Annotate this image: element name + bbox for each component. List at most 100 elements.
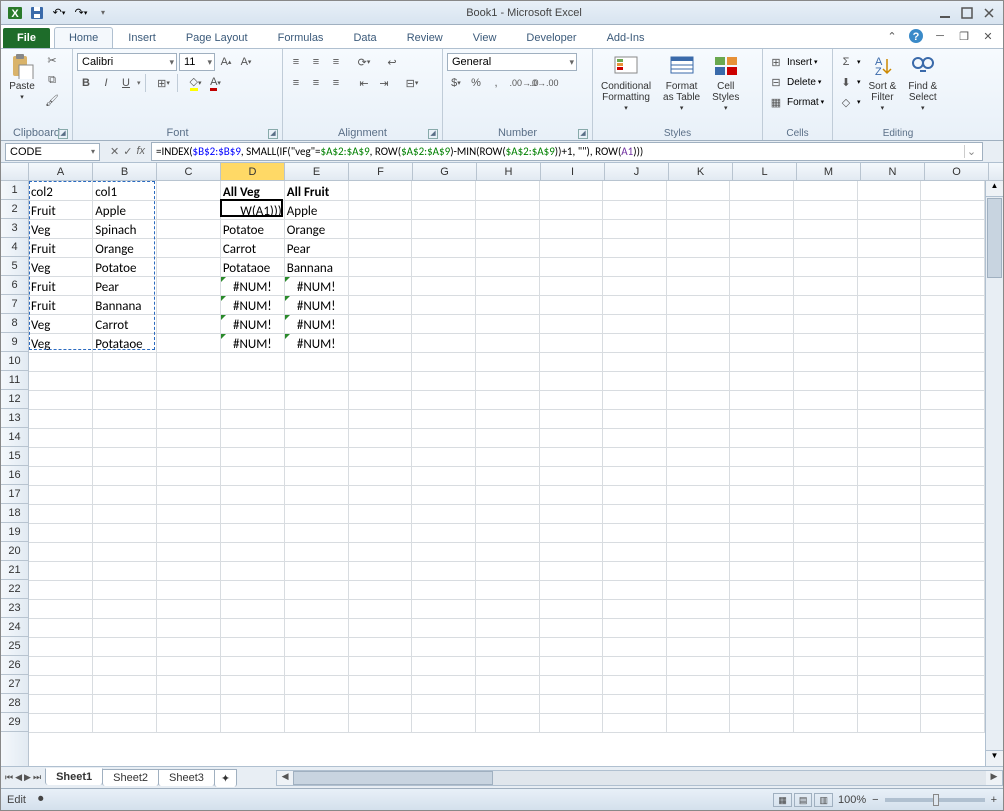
column-header-I[interactable]: I bbox=[541, 163, 605, 180]
cell-H3[interactable] bbox=[475, 219, 539, 238]
help-icon[interactable]: ? bbox=[907, 27, 925, 45]
cell-G15[interactable] bbox=[412, 447, 476, 466]
scroll-left-icon[interactable]: ◀ bbox=[277, 771, 293, 785]
cells-area[interactable]: col2col1All VegAll FruitFruitAppleW(A1))… bbox=[29, 181, 985, 766]
cell-C25[interactable] bbox=[157, 637, 221, 656]
cell-J14[interactable] bbox=[603, 428, 667, 447]
app-restore-icon[interactable]: ❐ bbox=[955, 27, 973, 45]
cell-I5[interactable] bbox=[539, 257, 603, 276]
cell-K13[interactable] bbox=[666, 409, 730, 428]
cell-M15[interactable] bbox=[794, 447, 858, 466]
cell-A26[interactable] bbox=[29, 656, 93, 675]
cell-O29[interactable] bbox=[921, 713, 985, 732]
cell-L12[interactable] bbox=[730, 390, 794, 409]
tab-home[interactable]: Home bbox=[54, 27, 113, 48]
cell-F3[interactable] bbox=[348, 219, 412, 238]
cell-M22[interactable] bbox=[794, 580, 858, 599]
row-header-23[interactable]: 23 bbox=[1, 599, 28, 618]
tab-developer[interactable]: Developer bbox=[511, 27, 591, 48]
cell-N16[interactable] bbox=[857, 466, 921, 485]
cell-C19[interactable] bbox=[157, 523, 221, 542]
cell-I17[interactable] bbox=[539, 485, 603, 504]
cell-B16[interactable] bbox=[93, 466, 157, 485]
cell-G25[interactable] bbox=[412, 637, 476, 656]
clear-button[interactable]: ◇▾ bbox=[837, 93, 861, 111]
cell-J13[interactable] bbox=[603, 409, 667, 428]
conditional-formatting-button[interactable]: Conditional Formatting▾ bbox=[597, 51, 655, 116]
cell-C28[interactable] bbox=[157, 694, 221, 713]
column-header-B[interactable]: B bbox=[93, 163, 157, 180]
cell-C27[interactable] bbox=[157, 675, 221, 694]
cell-J19[interactable] bbox=[603, 523, 667, 542]
cell-A13[interactable] bbox=[29, 409, 93, 428]
cancel-formula-icon[interactable]: ✕ bbox=[110, 145, 119, 158]
cell-F28[interactable] bbox=[348, 694, 412, 713]
cell-K18[interactable] bbox=[666, 504, 730, 523]
sheet-tab-sheet3[interactable]: Sheet3 bbox=[158, 769, 215, 786]
cell-H12[interactable] bbox=[475, 390, 539, 409]
page-break-view-icon[interactable]: ▥ bbox=[814, 793, 833, 807]
cell-J9[interactable] bbox=[603, 333, 667, 352]
cell-K11[interactable] bbox=[666, 371, 730, 390]
cell-M25[interactable] bbox=[794, 637, 858, 656]
cell-B26[interactable] bbox=[93, 656, 157, 675]
font-name-combo[interactable]: Calibri bbox=[77, 53, 177, 71]
cell-A14[interactable] bbox=[29, 428, 93, 447]
cell-A19[interactable] bbox=[29, 523, 93, 542]
cell-J5[interactable] bbox=[603, 257, 667, 276]
column-header-D[interactable]: D bbox=[221, 163, 285, 180]
cell-M5[interactable] bbox=[794, 257, 858, 276]
cell-F17[interactable] bbox=[348, 485, 412, 504]
minimize-button[interactable] bbox=[935, 3, 955, 23]
cell-H17[interactable] bbox=[475, 485, 539, 504]
format-painter-icon[interactable]: 🖌 bbox=[43, 91, 61, 109]
cell-E22[interactable] bbox=[284, 580, 348, 599]
column-header-E[interactable]: E bbox=[285, 163, 349, 180]
cell-O20[interactable] bbox=[921, 542, 985, 561]
cell-I10[interactable] bbox=[539, 352, 603, 371]
cell-A28[interactable] bbox=[29, 694, 93, 713]
normal-view-icon[interactable]: ▦ bbox=[773, 793, 792, 807]
fx-icon[interactable]: fx bbox=[136, 145, 145, 158]
cell-B24[interactable] bbox=[93, 618, 157, 637]
cell-N17[interactable] bbox=[857, 485, 921, 504]
cell-B25[interactable] bbox=[93, 637, 157, 656]
cell-G5[interactable] bbox=[412, 257, 476, 276]
cell-F1[interactable] bbox=[348, 181, 412, 200]
cell-F16[interactable] bbox=[348, 466, 412, 485]
cell-N19[interactable] bbox=[857, 523, 921, 542]
cell-C18[interactable] bbox=[157, 504, 221, 523]
cell-D2[interactable]: W(A1))) bbox=[220, 200, 284, 219]
row-header-12[interactable]: 12 bbox=[1, 390, 28, 409]
cell-H8[interactable] bbox=[475, 314, 539, 333]
cell-L15[interactable] bbox=[730, 447, 794, 466]
cell-N22[interactable] bbox=[857, 580, 921, 599]
cell-A4[interactable]: Fruit bbox=[29, 238, 93, 257]
cell-D23[interactable] bbox=[220, 599, 284, 618]
cell-L24[interactable] bbox=[730, 618, 794, 637]
cell-L5[interactable] bbox=[730, 257, 794, 276]
row-header-8[interactable]: 8 bbox=[1, 314, 28, 333]
cell-F14[interactable] bbox=[348, 428, 412, 447]
cell-K19[interactable] bbox=[666, 523, 730, 542]
cell-O1[interactable] bbox=[921, 181, 985, 200]
currency-icon[interactable]: $▾ bbox=[447, 74, 465, 92]
cell-I4[interactable] bbox=[539, 238, 603, 257]
cell-D10[interactable] bbox=[220, 352, 284, 371]
cell-E9[interactable]: #NUM! bbox=[284, 333, 348, 352]
cell-I20[interactable] bbox=[539, 542, 603, 561]
cell-A2[interactable]: Fruit bbox=[29, 200, 93, 219]
cell-F2[interactable] bbox=[348, 200, 412, 219]
cell-C17[interactable] bbox=[157, 485, 221, 504]
cell-K24[interactable] bbox=[666, 618, 730, 637]
page-layout-view-icon[interactable]: ▤ bbox=[794, 793, 813, 807]
cell-G6[interactable] bbox=[412, 276, 476, 295]
cell-E10[interactable] bbox=[284, 352, 348, 371]
cell-M8[interactable] bbox=[794, 314, 858, 333]
cell-H25[interactable] bbox=[475, 637, 539, 656]
cell-L27[interactable] bbox=[730, 675, 794, 694]
cell-O9[interactable] bbox=[921, 333, 985, 352]
cell-I26[interactable] bbox=[539, 656, 603, 675]
cell-M26[interactable] bbox=[794, 656, 858, 675]
cell-C26[interactable] bbox=[157, 656, 221, 675]
